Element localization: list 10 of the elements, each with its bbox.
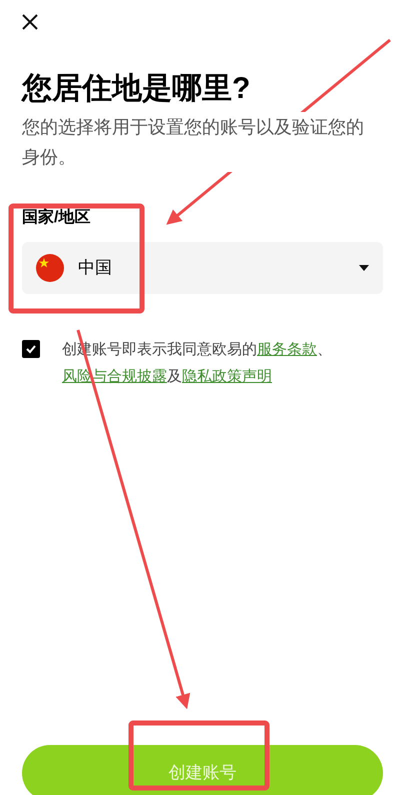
close-icon[interactable] — [22, 14, 38, 30]
policy-link[interactable]: 隐私政策声明 — [182, 368, 272, 385]
country-dropdown[interactable]: 中国 — [22, 242, 383, 294]
flag-icon — [36, 254, 64, 282]
page-title: 您居住地是哪里? — [22, 71, 252, 107]
consent-checkbox[interactable] — [22, 340, 40, 358]
policy-link[interactable]: 服务条款 — [257, 341, 317, 358]
field-label: 国家/地区 — [22, 208, 92, 228]
caret-icon — [359, 265, 369, 271]
check-icon — [25, 343, 37, 355]
